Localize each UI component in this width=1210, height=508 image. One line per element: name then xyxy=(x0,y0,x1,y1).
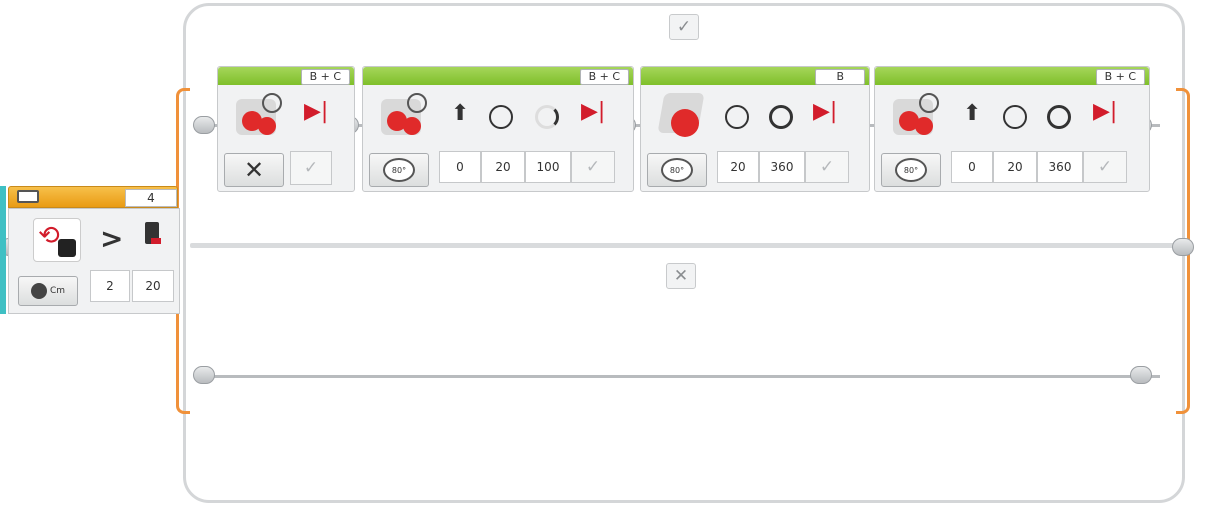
speedometer-icon xyxy=(725,105,749,129)
port-selector[interactable]: 4 xyxy=(125,189,177,207)
loop-left-wire xyxy=(0,186,6,314)
degrees-param[interactable]: 100 xyxy=(525,151,571,183)
sequence-plug[interactable] xyxy=(193,366,215,384)
move-steering-block-2[interactable]: B + C ⬆ ▶| 80° 0 20 100 ✓ xyxy=(362,66,634,192)
steering-arrow-icon: ⬆ xyxy=(963,101,982,126)
speedometer-icon xyxy=(1003,105,1027,129)
degrees-mode-icon: 80° xyxy=(383,158,415,182)
large-motor-icon xyxy=(657,93,711,139)
large-motor-block[interactable]: B ▶| 80° 20 360 ✓ xyxy=(640,66,870,192)
color-sensor-compare-icon: ⟲ xyxy=(33,218,81,262)
port-badge[interactable]: B + C xyxy=(300,69,350,85)
brake-at-end-icon: ▶| xyxy=(813,99,838,124)
mode-degrees-button[interactable]: 80° xyxy=(881,153,941,187)
brake-at-end-icon: ▶| xyxy=(581,99,606,124)
true-case-tab[interactable]: ✓ xyxy=(669,14,699,40)
rotations-icon xyxy=(535,105,559,129)
block-header: B + C xyxy=(875,67,1149,85)
port-badge[interactable]: B xyxy=(815,69,865,85)
steering-param[interactable]: 0 xyxy=(439,151,481,183)
degrees-mode-icon: 80° xyxy=(661,158,693,182)
brake-param[interactable]: ✓ xyxy=(290,151,332,185)
mode-label: Cm xyxy=(49,286,66,296)
mode-degrees-button[interactable]: 80° xyxy=(369,153,429,187)
sequence-plug[interactable] xyxy=(1130,366,1152,384)
mode-degrees-button[interactable]: 80° xyxy=(647,153,707,187)
block-header: B xyxy=(641,67,869,85)
loop-block-header: 4 xyxy=(8,186,178,208)
mode-off-button[interactable]: ✕ xyxy=(224,153,284,187)
steering-motor-icon xyxy=(381,93,431,139)
power-param[interactable]: 20 xyxy=(481,151,525,183)
port-badge[interactable]: B + C xyxy=(1095,69,1145,85)
degrees-param[interactable]: 360 xyxy=(1037,151,1083,183)
sensor-mode-button[interactable]: Cm xyxy=(18,276,78,306)
rotations-icon xyxy=(1047,105,1071,129)
case-separator xyxy=(190,243,1178,248)
power-param[interactable]: 20 xyxy=(993,151,1037,183)
port-badge[interactable]: B + C xyxy=(579,69,629,85)
steering-motor-icon xyxy=(236,93,286,139)
rotations-icon xyxy=(769,105,793,129)
steering-param[interactable]: 0 xyxy=(951,151,993,183)
loop-block[interactable]: 4 ⟲ > Cm 2 20 xyxy=(8,186,180,314)
move-steering-block-3[interactable]: B + C ⬆ ▶| 80° 0 20 360 ✓ xyxy=(874,66,1150,192)
false-case-sequence-beam xyxy=(200,375,1160,378)
false-case-tab[interactable]: ✕ xyxy=(666,263,696,289)
switch-exit-plug[interactable] xyxy=(1172,238,1194,256)
port-icon xyxy=(17,190,39,203)
close-icon: ✕ xyxy=(243,156,265,184)
steering-motor-icon xyxy=(893,93,943,139)
steering-arrow-icon: ⬆ xyxy=(451,101,470,126)
threshold-icon xyxy=(145,222,161,244)
compare-type-param[interactable]: 2 xyxy=(90,270,130,302)
compare-symbol: > xyxy=(100,222,124,255)
threshold-param[interactable]: 20 xyxy=(132,270,174,302)
block-header: B + C xyxy=(363,67,633,85)
brake-param[interactable]: ✓ xyxy=(805,151,849,183)
sequence-plug[interactable] xyxy=(193,116,215,134)
degrees-param[interactable]: 360 xyxy=(759,151,805,183)
brake-at-end-icon: ▶| xyxy=(304,99,329,124)
cm-icon xyxy=(30,283,47,299)
power-param[interactable]: 20 xyxy=(717,151,759,183)
speedometer-icon xyxy=(489,105,513,129)
brake-param[interactable]: ✓ xyxy=(571,151,615,183)
block-header: B + C xyxy=(218,67,354,85)
move-steering-block-1[interactable]: B + C ▶| ✕ ✓ xyxy=(217,66,355,192)
check-icon: ✓ xyxy=(676,17,692,37)
cross-icon: ✕ xyxy=(673,266,689,286)
brake-param[interactable]: ✓ xyxy=(1083,151,1127,183)
degrees-mode-icon: 80° xyxy=(895,158,927,182)
brake-at-end-icon: ▶| xyxy=(1093,99,1118,124)
